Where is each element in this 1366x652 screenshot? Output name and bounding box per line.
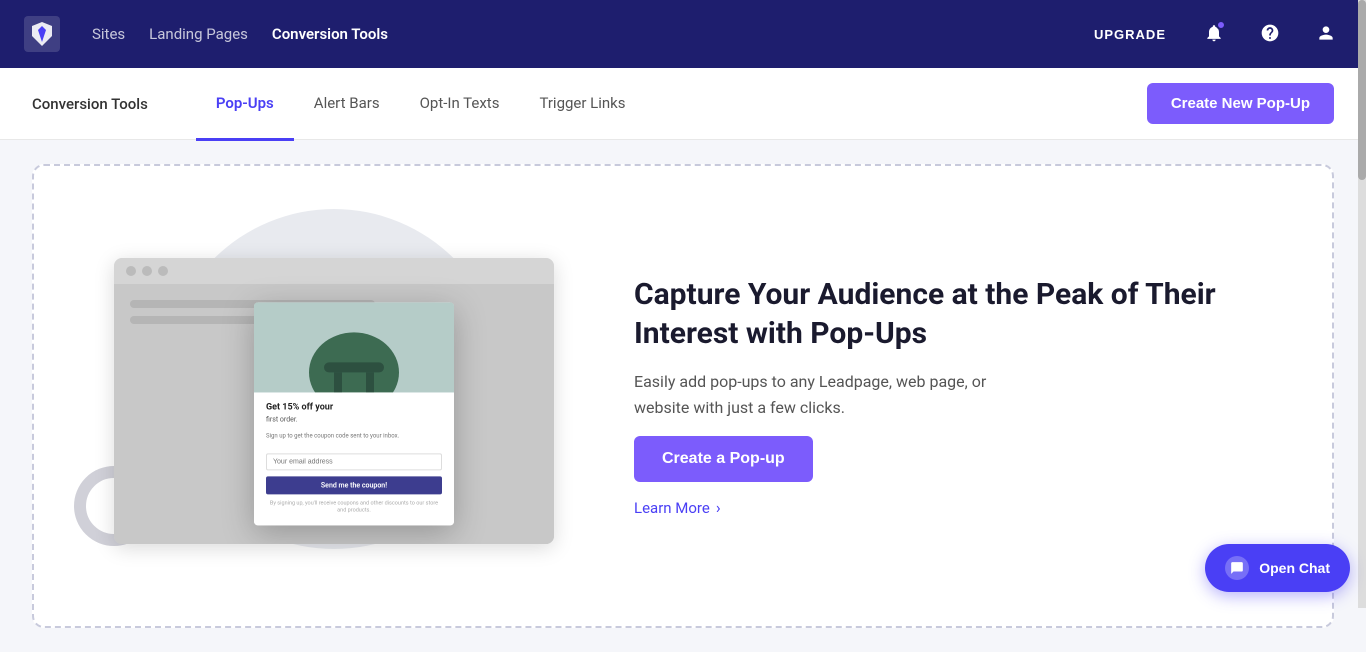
top-navigation: Sites Landing Pages Conversion Tools UPG… [0,0,1366,68]
user-button[interactable] [1310,18,1342,50]
open-chat-label: Open Chat [1259,560,1330,576]
scrollbar-thumb[interactable] [1358,0,1366,180]
popup-subtitle: first order. [266,415,442,425]
feature-card: ✕ Limited time offer [32,164,1334,628]
feature-description: Easily add pop-ups to any Leadpage, web … [634,369,1014,420]
nav-conversion-tools[interactable]: Conversion Tools [272,21,388,47]
tab-trigger-links[interactable]: Trigger Links [519,69,645,141]
learn-more-link[interactable]: Learn More › [634,498,1272,517]
chevron-right-icon: › [716,498,721,517]
scrollbar[interactable] [1358,0,1366,608]
chair-illustration [254,302,454,392]
nav-landing-pages[interactable]: Landing Pages [149,21,248,47]
help-icon [1260,23,1280,46]
user-icon [1316,23,1336,46]
nav-sites[interactable]: Sites [92,21,125,47]
feature-title: Capture Your Audience at the Peak of The… [634,275,1272,353]
browser-mockup: ✕ Limited time offer [114,258,554,544]
popup-title: Get 15% off your [266,402,442,412]
tabs-container: Pop-Ups Alert Bars Opt-In Texts Trigger … [196,68,672,140]
logo[interactable] [24,16,60,52]
illustration-side: ✕ Limited time offer [94,206,574,586]
popup-cta-button[interactable]: Send me the coupon! [266,476,442,494]
browser-dot-2 [142,266,152,276]
notification-dot [1216,20,1226,30]
browser-dot-3 [158,266,168,276]
upgrade-button[interactable]: UPGRADE [1086,27,1174,42]
popup-overlay: ✕ Limited time offer [254,302,454,525]
help-button[interactable] [1254,18,1286,50]
section-title: Conversion Tools [32,95,148,113]
main-content: ✕ Limited time offer [0,140,1366,652]
tab-alert-bars[interactable]: Alert Bars [294,69,400,141]
notifications-button[interactable] [1198,18,1230,50]
popup-fine-print: By signing up, you'll receive coupons an… [266,500,442,515]
chat-bubble-icon [1230,561,1244,575]
popup-header: ✕ Limited time offer [254,302,454,392]
secondary-navigation: Conversion Tools Pop-Ups Alert Bars Opt-… [0,68,1366,140]
tab-opt-in-texts[interactable]: Opt-In Texts [400,69,520,141]
learn-more-text: Learn More [634,499,710,517]
browser-body: ✕ Limited time offer [114,284,554,544]
browser-dot-1 [126,266,136,276]
popup-body: Get 15% off your first order. Sign up to… [254,392,454,525]
popup-email-input[interactable] [266,453,442,470]
tab-pop-ups[interactable]: Pop-Ups [196,69,294,141]
open-chat-button[interactable]: Open Chat [1205,544,1350,592]
text-side: Capture Your Audience at the Peak of The… [634,275,1272,517]
create-popup-button[interactable]: Create a Pop-up [634,436,813,482]
browser-bar [114,258,554,284]
chat-icon [1225,556,1249,580]
popup-description: Sign up to get the coupon code sent to y… [266,431,442,440]
create-new-popup-button[interactable]: Create New Pop-Up [1147,83,1334,124]
